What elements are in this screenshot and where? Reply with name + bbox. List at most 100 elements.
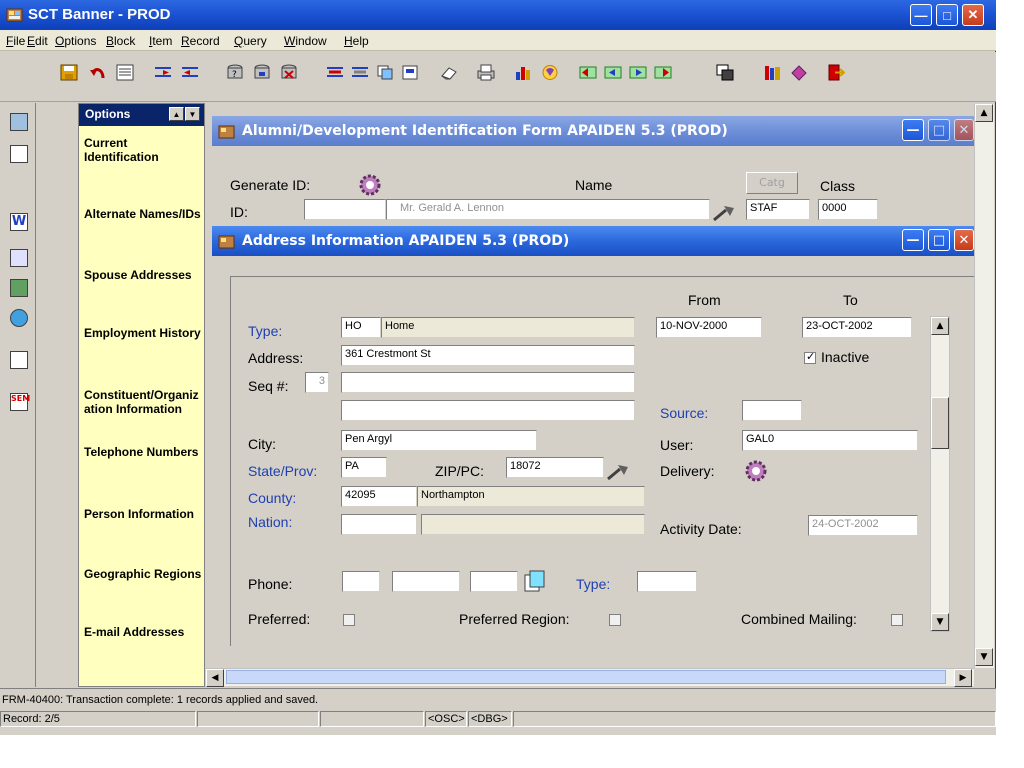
excel-icon[interactable] bbox=[10, 249, 28, 267]
workspace-scroll-right-button[interactable]: ▶ bbox=[954, 669, 972, 687]
menu-options[interactable]: Options bbox=[55, 34, 96, 48]
catg-button[interactable]: Catg bbox=[746, 172, 798, 194]
workflow-icon[interactable] bbox=[10, 351, 28, 369]
close-button[interactable]: ✕ bbox=[962, 4, 984, 26]
workspace-scroll-up-button[interactable]: ▲ bbox=[975, 104, 993, 122]
workspace-scroll-down-button[interactable]: ▼ bbox=[975, 648, 993, 666]
exit-button[interactable] bbox=[823, 60, 848, 84]
phone-number-input[interactable] bbox=[392, 571, 460, 592]
alumni-minimize-button[interactable]: — bbox=[902, 119, 924, 141]
word-icon[interactable]: W bbox=[10, 213, 28, 231]
to-date-input[interactable]: 23-OCT-2002 bbox=[802, 317, 912, 338]
workspace-horizontal-thumb[interactable] bbox=[226, 670, 946, 684]
record-scrollbar[interactable]: ▲ ▼ bbox=[930, 316, 950, 632]
combined-mailing-checkbox[interactable] bbox=[891, 614, 903, 626]
enter-query-button[interactable]: ? bbox=[222, 60, 247, 84]
from-date-input[interactable]: 10-NOV-2000 bbox=[656, 317, 762, 338]
record-scroll-up-button[interactable]: ▲ bbox=[931, 317, 949, 335]
city-input[interactable]: Pen Argyl bbox=[341, 430, 537, 451]
option-alternate-names[interactable]: Alternate Names/IDs bbox=[84, 207, 204, 221]
address-line1-input[interactable]: 361 Crestmont St bbox=[341, 345, 635, 366]
app-titlebar[interactable]: SCT Banner - PROD — □ ✕ bbox=[0, 0, 996, 30]
print-button[interactable] bbox=[473, 60, 498, 84]
copy-window-button[interactable] bbox=[712, 60, 737, 84]
user-input[interactable]: GAL0 bbox=[742, 430, 918, 451]
county-code-input[interactable]: 42095 bbox=[341, 486, 417, 507]
address-close-button[interactable]: ✕ bbox=[954, 229, 974, 251]
search-flashlight-icon[interactable] bbox=[712, 204, 736, 222]
state-input[interactable]: PA bbox=[341, 457, 387, 478]
address-form-titlebar[interactable]: Address Information APAIDEN 5.3 (PROD) —… bbox=[212, 226, 974, 256]
exit-form-button[interactable] bbox=[112, 60, 137, 84]
zip-input[interactable]: 18072 bbox=[506, 457, 604, 478]
address-minimize-button[interactable]: — bbox=[902, 229, 924, 251]
duplicate-record-button[interactable] bbox=[372, 60, 397, 84]
address-line2-input[interactable] bbox=[341, 372, 635, 393]
id-input[interactable] bbox=[304, 199, 386, 220]
alumni-form-titlebar[interactable]: Alumni/Development Identification Form A… bbox=[212, 116, 974, 146]
globe-icon[interactable] bbox=[10, 309, 28, 327]
class-input[interactable]: 0000 bbox=[818, 199, 878, 220]
insert-record-button[interactable] bbox=[322, 60, 347, 84]
remove-record-button[interactable] bbox=[347, 60, 372, 84]
option-email-addresses[interactable]: E-mail Addresses bbox=[84, 625, 204, 639]
address-type-code-input[interactable]: HO bbox=[341, 317, 381, 338]
address-maximize-button[interactable]: □ bbox=[928, 229, 950, 251]
execute-query-button[interactable] bbox=[249, 60, 274, 84]
option-spouse-addresses[interactable]: Spouse Addresses bbox=[84, 268, 204, 282]
last-record-button[interactable] bbox=[650, 60, 675, 84]
delivery-gear-icon[interactable] bbox=[744, 459, 768, 483]
option-current-identification[interactable]: Current Identification bbox=[84, 136, 204, 164]
save-button[interactable] bbox=[56, 60, 81, 84]
menu-file[interactable]: File bbox=[6, 34, 25, 48]
previous-record-button[interactable] bbox=[600, 60, 625, 84]
menu-window[interactable]: Window bbox=[284, 34, 327, 48]
address-line3-input[interactable] bbox=[341, 400, 635, 421]
previous-block-button[interactable] bbox=[177, 60, 202, 84]
chart-button[interactable] bbox=[510, 60, 535, 84]
next-record-button[interactable] bbox=[625, 60, 650, 84]
workspace-vertical-scrollbar[interactable]: ▲ ▼ bbox=[974, 104, 994, 668]
rollback-button[interactable] bbox=[85, 60, 110, 84]
alumni-maximize-button[interactable]: □ bbox=[928, 119, 950, 141]
name-input[interactable]: Mr. Gerald A. Lennon bbox=[386, 199, 710, 220]
bookmark-button[interactable] bbox=[786, 60, 811, 84]
seq-input[interactable]: 3 bbox=[305, 372, 329, 393]
first-record-button[interactable] bbox=[575, 60, 600, 84]
menu-record[interactable]: Record bbox=[181, 34, 220, 48]
workspace-scroll-left-button[interactable]: ◀ bbox=[206, 669, 224, 687]
options-scroll-down-button[interactable]: ▼ bbox=[185, 107, 200, 121]
menu-edit[interactable]: Edit bbox=[27, 34, 48, 48]
option-geographic-regions[interactable]: Geographic Regions bbox=[84, 567, 204, 581]
generate-id-gear-icon[interactable] bbox=[358, 173, 382, 197]
phone-type-input[interactable] bbox=[637, 571, 697, 592]
maximize-button[interactable]: □ bbox=[936, 4, 958, 26]
menu-query[interactable]: Query bbox=[234, 34, 267, 48]
duplicate-item-button[interactable] bbox=[397, 60, 422, 84]
image-icon[interactable] bbox=[10, 279, 28, 297]
option-employment-history[interactable]: Employment History bbox=[84, 326, 204, 340]
menu-item[interactable]: Item bbox=[149, 34, 172, 48]
workspace-horizontal-scrollbar[interactable]: ◀ ▶ bbox=[206, 668, 974, 687]
source-input[interactable] bbox=[742, 400, 802, 421]
preferred-checkbox[interactable] bbox=[343, 614, 355, 626]
phone-extension-input[interactable] bbox=[470, 571, 518, 592]
catg-input[interactable]: STAF bbox=[746, 199, 810, 220]
nation-code-input[interactable] bbox=[341, 514, 417, 535]
phone-documents-icon[interactable] bbox=[522, 569, 548, 593]
option-constituent-organization[interactable]: Constituent/Organization Information bbox=[84, 388, 204, 416]
menu-help[interactable]: Help bbox=[344, 34, 369, 48]
clear-form-button[interactable] bbox=[436, 60, 461, 84]
zip-search-flashlight-icon[interactable] bbox=[606, 463, 630, 481]
preferred-region-checkbox[interactable] bbox=[609, 614, 621, 626]
sem-icon[interactable]: SEM bbox=[10, 393, 30, 411]
record-scroll-down-button[interactable]: ▼ bbox=[931, 613, 949, 631]
record-scroll-thumb[interactable] bbox=[931, 397, 949, 449]
phone-area-input[interactable] bbox=[342, 571, 380, 592]
books-button[interactable] bbox=[760, 60, 785, 84]
calculator-icon[interactable] bbox=[10, 113, 28, 131]
cancel-query-button[interactable] bbox=[276, 60, 301, 84]
alumni-close-button[interactable]: ✕ bbox=[954, 119, 974, 141]
calendar-icon[interactable] bbox=[10, 145, 28, 163]
help-button[interactable] bbox=[537, 60, 562, 84]
